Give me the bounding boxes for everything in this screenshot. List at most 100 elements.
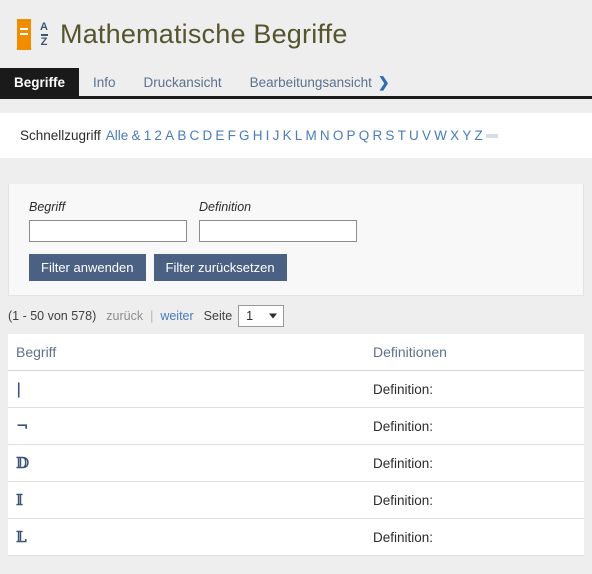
term-symbol: 𝕃 (16, 528, 27, 546)
definition-text: Definition: (373, 455, 434, 471)
cell-begriff: 𝕃 (8, 528, 373, 546)
table-body: | Definition: ¬ Definition: 𝔻 Definition: 𝕀 Def… (8, 371, 584, 556)
filter-panel: Begriff Definition Filter anwenden Filte… (8, 184, 584, 296)
quickaccess-link-c[interactable]: C (190, 128, 200, 143)
table-row[interactable]: | Definition: (8, 371, 584, 408)
page-label: Seite (203, 309, 233, 323)
quickaccess-link-l[interactable]: L (295, 128, 303, 143)
quickaccess-link-o[interactable]: O (333, 128, 344, 143)
tab-begriffe-label: Begriffe (14, 74, 66, 90)
table-row[interactable]: 𝕀 Definition: (8, 482, 584, 519)
chevron-right-icon: ❯ (377, 74, 390, 90)
field-begriff: Begriff (29, 200, 187, 242)
quickaccess-link-s[interactable]: S (385, 128, 394, 143)
cell-begriff: 𝕀 (8, 491, 373, 509)
cell-definition: Definition: (373, 382, 584, 397)
quickaccess-link-k[interactable]: K (283, 128, 292, 143)
cell-begriff: | (8, 380, 373, 398)
tab-bar: Begriffe Info Druckansicht Bearbeitungsa… (0, 68, 592, 99)
quickaccess-link-g[interactable]: G (239, 128, 250, 143)
prev-page-link: zurück (106, 309, 144, 323)
section-gap (0, 158, 592, 184)
table-row[interactable]: 𝕃 Definition: (8, 519, 584, 556)
pagination-bar: (1 - 50 von 578) zurück | weiter Seite 1 (0, 296, 592, 334)
terms-table: Begriff Definitionen | Definition: ¬ Defini… (8, 334, 584, 556)
reset-filter-button[interactable]: Filter zurücksetzen (153, 254, 287, 281)
az-book-icon: A Z (12, 14, 54, 54)
tab-druckansicht-label: Druckansicht (143, 74, 222, 90)
quickaccess-link-current[interactable] (485, 133, 498, 138)
quickaccess-link-m[interactable]: M (305, 128, 316, 143)
search-term-input[interactable] (29, 220, 187, 242)
column-header-definitionen: Definitionen (373, 344, 447, 360)
quickaccess-link-f[interactable]: F (228, 128, 236, 143)
quickaccess-link-r[interactable]: R (372, 128, 382, 143)
field-begriff-label: Begriff (29, 200, 66, 214)
field-definition-label: Definition (199, 200, 252, 214)
quickaccess-link-i[interactable]: I (266, 128, 270, 143)
quickaccess-link-y[interactable]: Y (462, 128, 471, 143)
logo-letter-z: Z (40, 36, 48, 48)
quickaccess-link-z[interactable]: Z (475, 128, 483, 143)
page-header: A Z Mathematische Begriffe (0, 0, 592, 68)
quickaccess-link-u[interactable]: U (409, 128, 419, 143)
az-letters: A Z (35, 18, 53, 52)
term-symbol: | (16, 380, 22, 398)
chevron-down-icon (269, 313, 278, 319)
cell-definition: Definition: (373, 530, 584, 545)
page-select[interactable]: 1 (238, 305, 285, 327)
term-symbol: 𝕀 (16, 491, 24, 509)
result-count: (1 - 50 von 578) (8, 309, 97, 323)
quickaccess-link-x[interactable]: X (450, 128, 459, 143)
cell-begriff: 𝔻 (8, 454, 373, 472)
cell-definition: Definition: (373, 456, 584, 471)
quickaccess-link-t[interactable]: T (398, 128, 406, 143)
tab-begriffe[interactable]: Begriffe (0, 68, 80, 96)
definition-text: Definition: (373, 418, 434, 434)
quickaccess-link-2[interactable]: 2 (154, 128, 162, 143)
quickaccess-bar: Schnellzugriff Alle & 1 2 A B C D E F G H I J K L M N O P Q R… (0, 113, 592, 158)
quickaccess-link-w[interactable]: W (434, 128, 447, 143)
filter-fields: Begriff Definition (29, 200, 583, 242)
cell-begriff: ¬ (8, 417, 373, 435)
tab-druckansicht[interactable]: Druckansicht (130, 68, 236, 96)
definition-text: Definition: (373, 381, 434, 397)
quickaccess-link-a[interactable]: A (165, 128, 174, 143)
quickaccess-link-e[interactable]: E (215, 128, 224, 143)
quickaccess-link-b[interactable]: B (177, 128, 186, 143)
table-row[interactable]: ¬ Definition: (8, 408, 584, 445)
cell-definition: Definition: (373, 493, 584, 508)
quickaccess-link-p[interactable]: P (347, 128, 356, 143)
table-row[interactable]: 𝔻 Definition: (8, 445, 584, 482)
apply-filter-button[interactable]: Filter anwenden (29, 254, 146, 281)
term-symbol: 𝔻 (16, 454, 30, 472)
tab-bearbeitungsansicht[interactable]: Bearbeitungsansicht ❯ (236, 68, 404, 96)
next-page-link[interactable]: weiter (160, 309, 193, 323)
quickaccess-link-1[interactable]: 1 (144, 128, 152, 143)
quickaccess-label: Schnellzugriff (20, 128, 101, 143)
quickaccess-link-h[interactable]: H (253, 128, 263, 143)
page-select-value: 1 (246, 309, 254, 323)
book-glyph (17, 19, 31, 50)
search-definition-input[interactable] (199, 220, 357, 242)
definition-text: Definition: (373, 529, 434, 545)
quickaccess-spacer (0, 99, 592, 113)
quickaccess-link-d[interactable]: D (202, 128, 212, 143)
tab-info-label: Info (93, 74, 116, 90)
tab-bearbeitungsansicht-label: Bearbeitungsansicht (249, 74, 372, 90)
field-definition: Definition (199, 200, 357, 242)
term-symbol: ¬ (16, 417, 29, 435)
cell-definition: Definition: (373, 419, 584, 434)
quickaccess-link-alle[interactable]: Alle (106, 128, 129, 143)
quickaccess-link-j[interactable]: J (273, 128, 280, 143)
quickaccess-link-v[interactable]: V (422, 128, 431, 143)
filter-buttons: Filter anwenden Filter zurücksetzen (29, 254, 583, 281)
logo-letter-a: A (40, 21, 48, 33)
quickaccess-link-n[interactable]: N (320, 128, 330, 143)
quickaccess-link-q[interactable]: Q (359, 128, 370, 143)
quickaccess-link-amp[interactable]: & (132, 128, 141, 143)
column-header-begriff: Begriff (16, 344, 57, 360)
tab-info[interactable]: Info (79, 68, 130, 96)
definition-text: Definition: (373, 492, 434, 508)
page-title: Mathematische Begriffe (60, 18, 348, 49)
